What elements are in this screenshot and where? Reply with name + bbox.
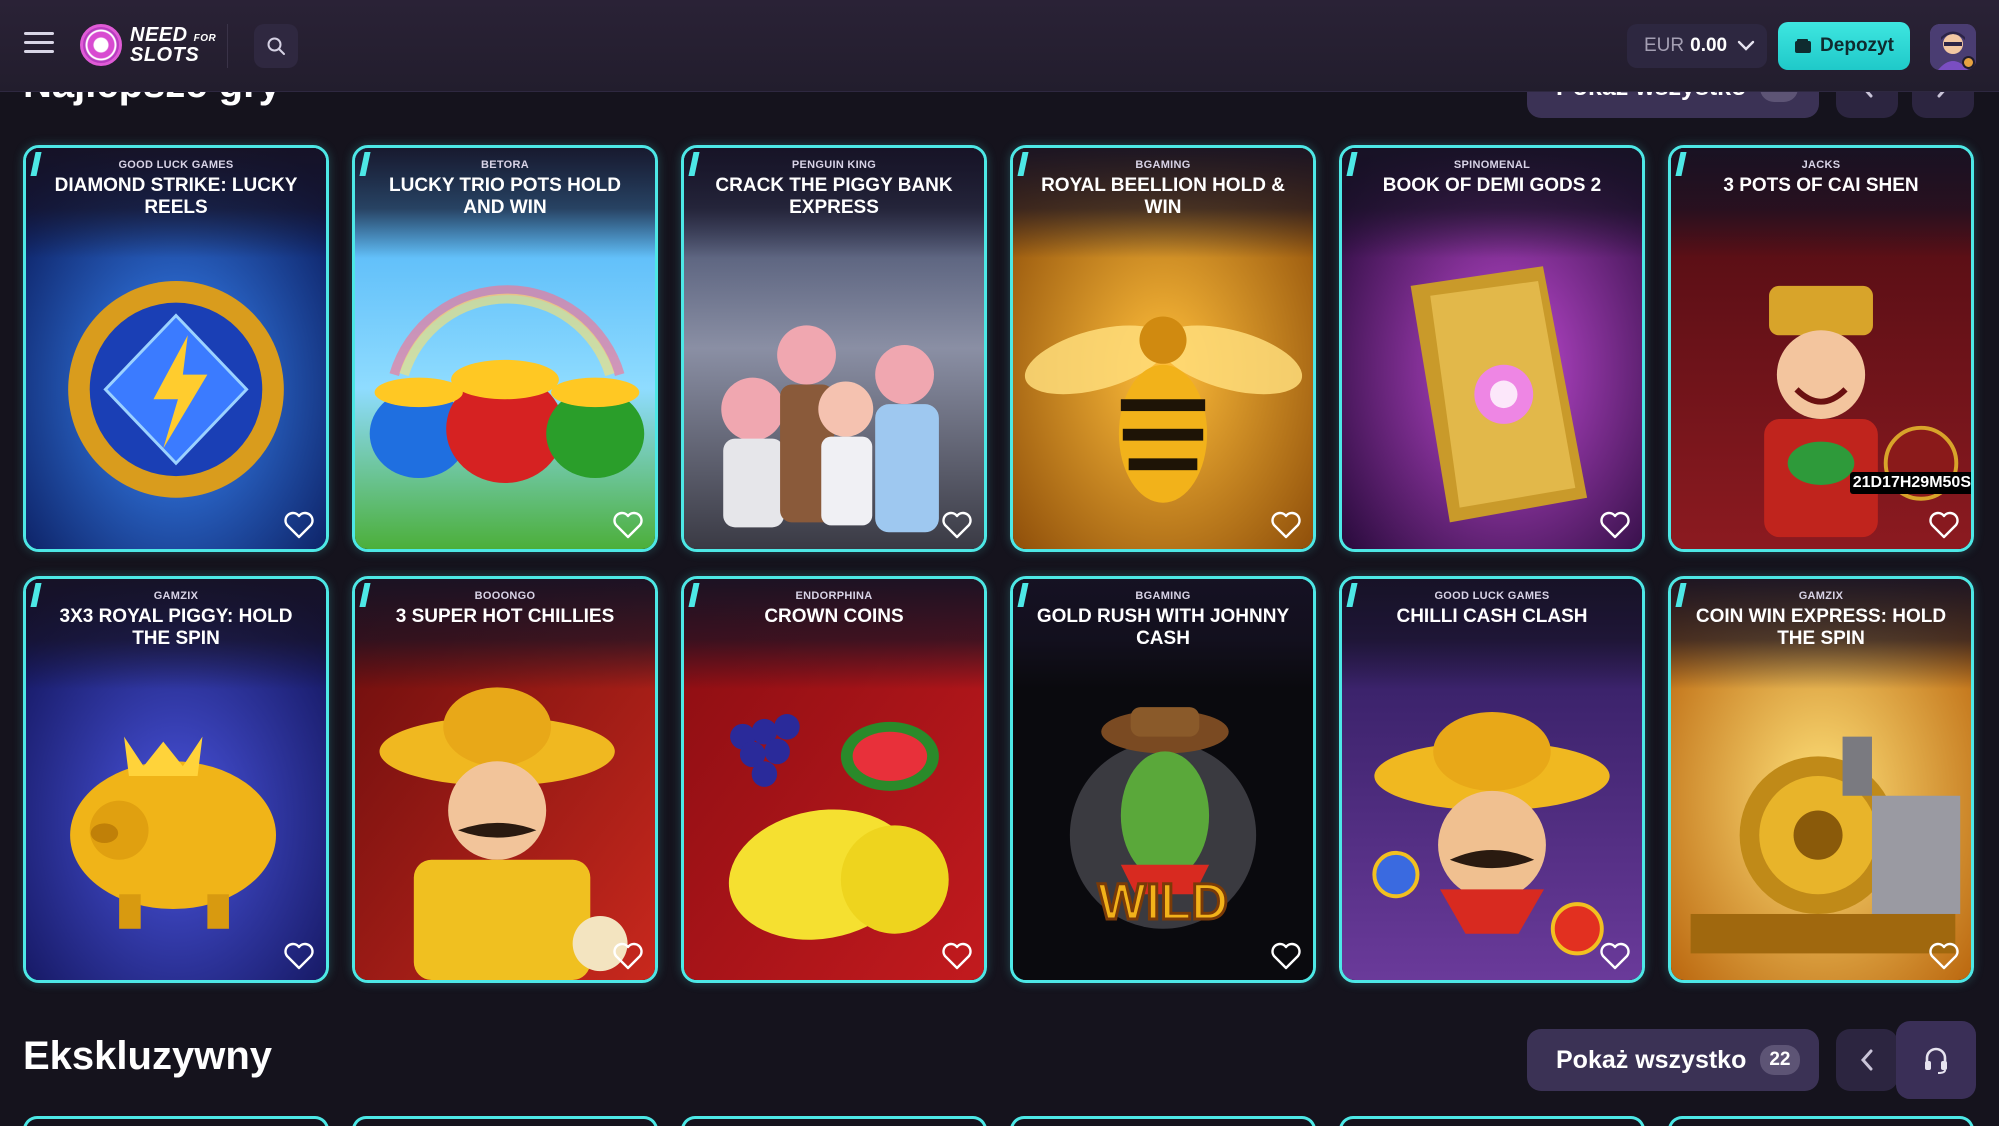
game-title: GOLD RUSH WITH JOHNNY CASH (1036, 606, 1290, 649)
game-card-peek[interactable] (1668, 1116, 1974, 1126)
heart-icon[interactable] (1928, 942, 1960, 970)
game-title: COIN WIN EXPRESS: HOLD THE SPIN (1695, 606, 1947, 649)
logo-word-slots: SLOTS (130, 43, 200, 66)
balance-amount: 0.00 (1690, 35, 1728, 56)
game-card[interactable]: PENGUIN KING CRACK THE PIGGY BANK EXPRES… (681, 145, 987, 552)
logo[interactable]: NEED FOR SLOTS (80, 24, 216, 66)
search-icon (267, 37, 285, 55)
heart-icon[interactable] (1928, 511, 1960, 539)
game-provider: SPINOMENAL (1453, 159, 1531, 171)
game-card[interactable]: JACKS 3 POTS OF CAI SHEN 21D17H29M50S (1668, 145, 1974, 552)
game-card-peek[interactable] (1339, 1116, 1645, 1126)
game-provider: GAMZIX (153, 590, 199, 602)
game-title: CRACK THE PIGGY BANK EXPRESS (715, 175, 953, 218)
heart-icon[interactable] (1599, 942, 1631, 970)
game-title: 3 SUPER HOT CHILLIES (395, 606, 615, 627)
game-provider: ENDORPHINA (795, 590, 873, 602)
heart-icon[interactable] (612, 942, 644, 970)
heart-icon[interactable] (283, 942, 315, 970)
top-bar: NEED FOR SLOTS EUR 0.00 Depozyt (0, 0, 1999, 92)
show-all-count: 22 (1760, 1045, 1800, 1075)
game-title: CROWN COINS (764, 606, 904, 627)
heart-icon[interactable] (1599, 511, 1631, 539)
logo-icon (80, 24, 122, 66)
game-card[interactable]: ENDORPHINA CROWN COINS (681, 576, 987, 983)
chevron-down-icon (1737, 40, 1755, 51)
game-title: BOOK OF DEMI GODS 2 (1382, 175, 1602, 196)
game-provider: GOOD LUCK GAMES (118, 159, 234, 171)
game-card-peek[interactable] (352, 1116, 658, 1126)
logo-text: NEED FOR SLOTS (130, 23, 217, 66)
game-title: LUCKY TRIO POTS HOLD AND WIN (389, 175, 621, 218)
game-card[interactable]: GOOD LUCK GAMES DIAMOND STRIKE: LUCKY RE… (23, 145, 329, 552)
wallet-icon (1795, 39, 1812, 53)
search-button[interactable] (254, 24, 298, 68)
game-card[interactable]: GAMZIX COIN WIN EXPRESS: HOLD THE SPIN (1668, 576, 1974, 983)
wild-symbol-label: WILD (1098, 873, 1228, 930)
deposit-label: Depozyt (1820, 35, 1894, 56)
heart-icon[interactable] (612, 511, 644, 539)
game-title: ROYAL BEELLION HOLD & WIN (1041, 175, 1285, 218)
game-card[interactable]: BOOONGO 3 SUPER HOT CHILLIES (352, 576, 658, 983)
section-title-exclusive: Ekskluzywny (23, 1034, 273, 1078)
show-all-label: Pokaż wszystko (1556, 1045, 1747, 1074)
prev-arrow-exclusive[interactable] (1836, 1029, 1898, 1091)
jackpot-timer: 21D17H29M50S (1849, 472, 1971, 494)
heart-icon[interactable] (941, 511, 973, 539)
game-card[interactable]: BETORA LUCKY TRIO POTS HOLD AND WIN (352, 145, 658, 552)
game-card-peek[interactable] (681, 1116, 987, 1126)
menu-button[interactable] (24, 32, 54, 56)
game-title: DIAMOND STRIKE: LUCKY REELS (54, 175, 298, 218)
game-card[interactable]: GOOD LUCK GAMES CHILLI CASH CLASH (1339, 576, 1645, 983)
avatar-status-dot (1962, 56, 1975, 69)
heart-icon[interactable] (941, 942, 973, 970)
balance-dropdown[interactable]: EUR 0.00 (1627, 24, 1767, 68)
game-title: CHILLI CASH CLASH (1396, 606, 1588, 627)
game-card[interactable]: WILD BGAMING GOLD RUSH WITH JOHNNY CASH (1010, 576, 1316, 983)
game-card[interactable]: SPINOMENAL BOOK OF DEMI GODS 2 (1339, 145, 1645, 552)
game-provider: JACKS (1801, 159, 1841, 171)
deposit-button[interactable]: Depozyt (1778, 22, 1910, 70)
logo-word-need: NEED (130, 23, 188, 46)
game-provider: GAMZIX (1798, 590, 1844, 602)
heart-icon[interactable] (1270, 511, 1302, 539)
logo-word-for: FOR (193, 32, 217, 44)
game-card[interactable]: BGAMING ROYAL BEELLION HOLD & WIN (1010, 145, 1316, 552)
header-divider (227, 24, 228, 68)
page: Najlepsze gry Pokaż wszystko 11 NEED FOR… (0, 0, 1999, 1126)
headset-icon (1925, 1047, 1947, 1074)
game-card[interactable]: GAMZIX 3X3 ROYAL PIGGY: HOLD THE SPIN (23, 576, 329, 983)
game-provider: BGAMING (1135, 159, 1191, 171)
game-card-peek[interactable] (1010, 1116, 1316, 1126)
balance-currency: EUR (1644, 35, 1685, 56)
game-title: 3X3 ROYAL PIGGY: HOLD THE SPIN (59, 606, 293, 649)
heart-icon[interactable] (1270, 942, 1302, 970)
show-all-button-exclusive[interactable]: Pokaż wszystko 22 (1527, 1029, 1819, 1091)
support-chat-button[interactable] (1896, 1021, 1976, 1099)
game-provider: BGAMING (1135, 590, 1191, 602)
heart-icon[interactable] (283, 511, 315, 539)
game-provider: BETORA (480, 159, 530, 171)
game-card-peek[interactable] (23, 1116, 329, 1126)
game-provider: BOOONGO (474, 590, 536, 602)
game-title: 3 POTS OF CAI SHEN (1723, 175, 1919, 196)
chevron-left-icon (1860, 1049, 1873, 1071)
game-provider: PENGUIN KING (791, 159, 877, 171)
game-provider: GOOD LUCK GAMES (1434, 590, 1550, 602)
